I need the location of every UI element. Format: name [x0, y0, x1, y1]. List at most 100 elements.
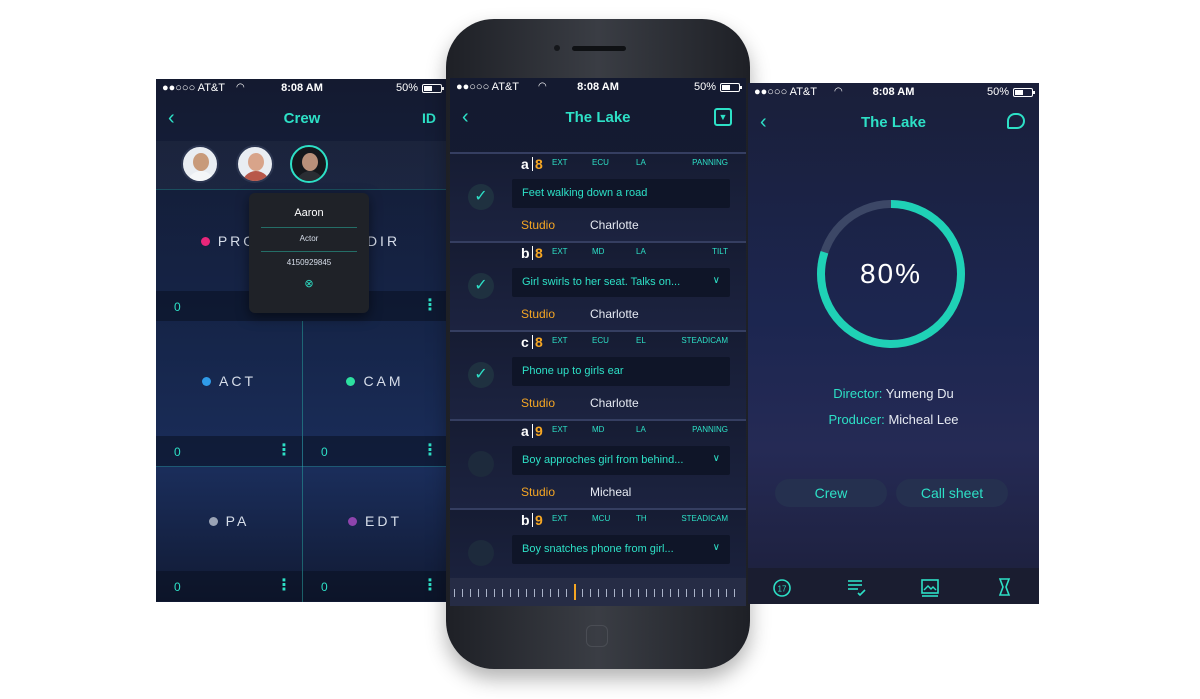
more-icon[interactable]: ⋮ — [276, 575, 292, 595]
divider — [532, 335, 533, 349]
divider — [532, 513, 533, 527]
count-bar: 0 ⋮ — [303, 436, 448, 466]
progress-screen: ●●○○○ AT&T ◠ 8:08 AM 50% ‹ The Lake 80% … — [748, 83, 1039, 604]
dropdown-icon[interactable]: ▼ — [714, 108, 732, 126]
shot-description[interactable]: Girl swirls to her seat. Talks on... ∨ — [512, 268, 730, 297]
role-actor[interactable]: ACT — [156, 331, 302, 431]
call-sheet-button[interactable]: Call sheet — [896, 479, 1008, 507]
chevron-down-icon[interactable]: ∨ — [713, 453, 720, 464]
shot-tag: PANNING — [692, 425, 728, 434]
shot-description[interactable]: Phone up to girls ear — [512, 357, 730, 386]
director-name: Yumeng Du — [885, 386, 954, 401]
role-dot — [202, 376, 211, 386]
chevron-down-icon[interactable]: ∨ — [713, 275, 720, 286]
shot-description[interactable]: Boy approches girl from behind... ∨ — [512, 446, 730, 475]
shot-tag: MCU — [592, 514, 611, 523]
more-icon[interactable]: ⋮ — [276, 440, 292, 460]
role-dot — [348, 516, 357, 526]
battery-icon — [1013, 87, 1035, 97]
shot-list-screen: ●●○○○ AT&T ◠ 8:08 AM 50% ‹ The Lake ▼ ✓ a… — [450, 78, 746, 606]
page-title: The Lake — [565, 109, 631, 126]
app-showcase: ●●○○○ AT&T ◠ 8:08 AM 50% ‹ Crew ID PRO D… — [0, 0, 1200, 699]
crew-avatars — [156, 141, 448, 189]
popup-role: Actor — [299, 234, 319, 243]
shot-person: Charlotte — [590, 307, 639, 321]
crew-member-popup: Aaron Actor 4150929845 ⊗ — [249, 193, 369, 313]
shot-letter: b — [521, 245, 530, 261]
role-pa[interactable]: PA — [156, 471, 302, 571]
more-icon[interactable]: ⋮ — [422, 440, 438, 460]
more-icon[interactable]: ⋮ — [422, 295, 438, 315]
check-icon[interactable]: ✓ — [468, 273, 494, 299]
director-line: Director: Yumeng Du — [748, 386, 1039, 401]
check-icon[interactable]: ✓ — [468, 184, 494, 210]
shot-tag: MD — [592, 425, 605, 434]
shot-description[interactable]: Feet walking down a road — [512, 179, 730, 208]
divider — [532, 157, 533, 171]
shot-letter: a — [521, 156, 529, 172]
role-dot — [208, 516, 218, 526]
shot-row[interactable]: ✓ b 8 EXT MD LA TILT Girl swirls to her seat. T… — [450, 241, 746, 330]
check-icon[interactable]: ✓ — [468, 451, 494, 477]
shot-tag: STEADICAM — [681, 336, 728, 345]
avatar-aaron[interactable] — [290, 145, 328, 183]
check-icon[interactable]: ✓ — [468, 362, 494, 388]
crew-button[interactable]: Crew — [775, 479, 887, 507]
home-button[interactable] — [586, 625, 608, 647]
shot-tag: PANNING — [692, 158, 728, 167]
crew-screen: ●●○○○ AT&T ◠ 8:08 AM 50% ‹ Crew ID PRO D… — [156, 79, 448, 602]
role-label: ACT — [219, 373, 256, 389]
shots-navbar: ‹ The Lake — [450, 100, 746, 136]
crew-count: 0 — [174, 580, 181, 594]
shot-location: Studio — [521, 396, 556, 410]
checklist-icon[interactable] — [846, 577, 866, 597]
count-bar: 0 ⋮ — [156, 436, 302, 466]
avatar[interactable] — [236, 145, 274, 183]
shot-letter: c — [521, 334, 529, 350]
timeline-scrubber[interactable] — [450, 578, 746, 606]
chevron-down-icon[interactable]: ∨ — [713, 542, 720, 553]
shot-tag: ECU — [592, 336, 609, 345]
more-icon[interactable]: ⋮ — [422, 575, 438, 595]
role-editor[interactable]: EDT — [302, 471, 448, 571]
producer-label: Producer: — [828, 412, 885, 427]
shot-location: Studio — [521, 218, 556, 232]
role-label: PA — [225, 513, 250, 529]
popup-phone[interactable]: 4150929845 — [249, 258, 369, 267]
script-icon[interactable] — [994, 577, 1014, 597]
crew-navbar: ‹ Crew ID — [156, 101, 448, 137]
crew-count: 0 — [174, 445, 181, 459]
shot-location: Studio — [521, 485, 556, 499]
battery-icon — [720, 82, 742, 92]
divider — [156, 466, 448, 467]
role-camera[interactable]: CAM — [302, 331, 448, 431]
shot-row[interactable]: ✓ a9 EXT MD LA PANNING Boy approches girl from… — [450, 419, 746, 508]
battery: 50% — [396, 82, 444, 94]
camera-icon — [554, 45, 560, 51]
shot-row[interactable]: ✓ a 8 EXT ECU LA PANNING Feet walking down a ro… — [450, 152, 746, 241]
count-bar: 0 ⋮ — [303, 571, 448, 601]
shot-description-text: Boy approches girl from behind... — [522, 454, 684, 466]
shot-tag: TILT — [712, 247, 728, 256]
count-bar: 0 ⋮ — [156, 571, 302, 601]
battery: 50% — [694, 81, 742, 93]
shot-description[interactable]: Boy snatches phone from girl... ∨ — [512, 535, 730, 564]
shot-tag: LA — [636, 158, 646, 167]
shot-description-text: Phone up to girls ear — [522, 365, 624, 377]
crew-count: 0 — [321, 445, 328, 459]
shot-tag: TH — [636, 514, 647, 523]
chat-icon[interactable] — [1007, 113, 1025, 129]
close-icon[interactable]: ⊗ — [249, 277, 369, 290]
shot-letter: b — [521, 512, 530, 528]
avatar[interactable] — [181, 145, 219, 183]
shot-person: Charlotte — [590, 396, 639, 410]
shot-tag: EXT — [552, 247, 568, 256]
shot-row[interactable]: ✓ c 8 EXT ECU EL STEADICAM Phone up to girls ea… — [450, 330, 746, 419]
calendar-icon[interactable]: 17 — [772, 577, 792, 597]
shot-description-text: Boy snatches phone from girl... — [522, 543, 674, 555]
image-icon[interactable] — [920, 577, 940, 597]
divider — [261, 251, 357, 252]
id-button[interactable]: ID — [422, 110, 436, 126]
check-icon[interactable]: ✓ — [468, 540, 494, 566]
timeline-playhead[interactable] — [574, 584, 576, 600]
